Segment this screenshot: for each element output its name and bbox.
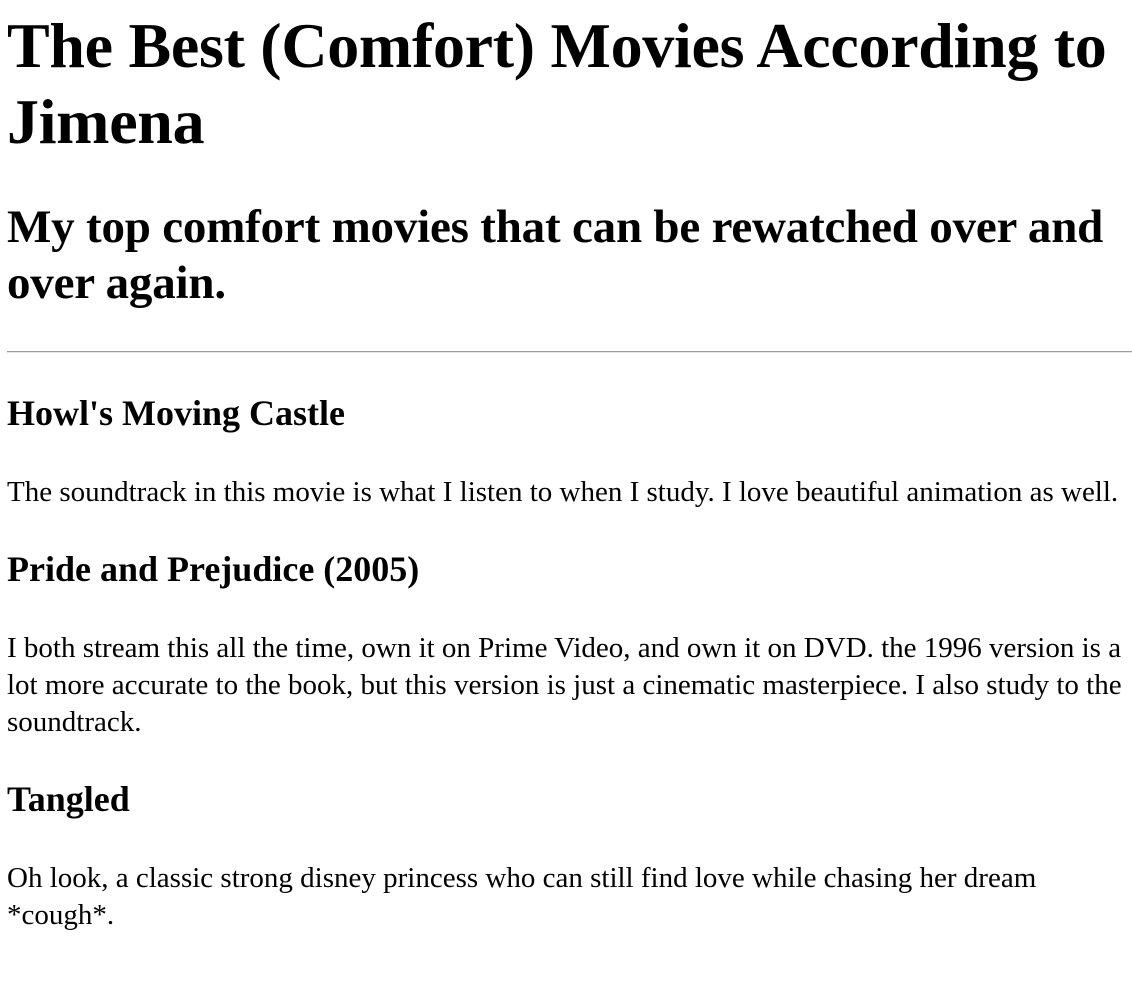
page-subtitle: My top comfort movies that can be rewatc… — [7, 201, 1104, 309]
movie-title: Pride and Prejudice (2005) — [7, 549, 420, 589]
movie-description: I both stream this all the time, own it … — [7, 632, 1122, 738]
page-title: The Best (Comfort) Movies According to J… — [7, 10, 1107, 157]
divider — [7, 351, 1132, 353]
movie-entry: Pride and Prejudice (2005) I both stream… — [7, 548, 1132, 741]
movie-entry: Howl's Moving Castle The soundtrack in t… — [7, 392, 1132, 511]
movie-list: Howl's Moving Castle The soundtrack in t… — [7, 392, 1132, 934]
page: The Best (Comfort) Movies According to J… — [0, 8, 1132, 934]
movie-description: The soundtrack in this movie is what I l… — [7, 476, 1119, 508]
movie-title: Howl's Moving Castle — [7, 393, 345, 433]
movie-entry: Tangled Oh look, a classic strong disney… — [7, 778, 1132, 934]
movie-description: Oh look, a classic strong disney princes… — [7, 862, 1037, 931]
movie-title: Tangled — [7, 779, 130, 819]
